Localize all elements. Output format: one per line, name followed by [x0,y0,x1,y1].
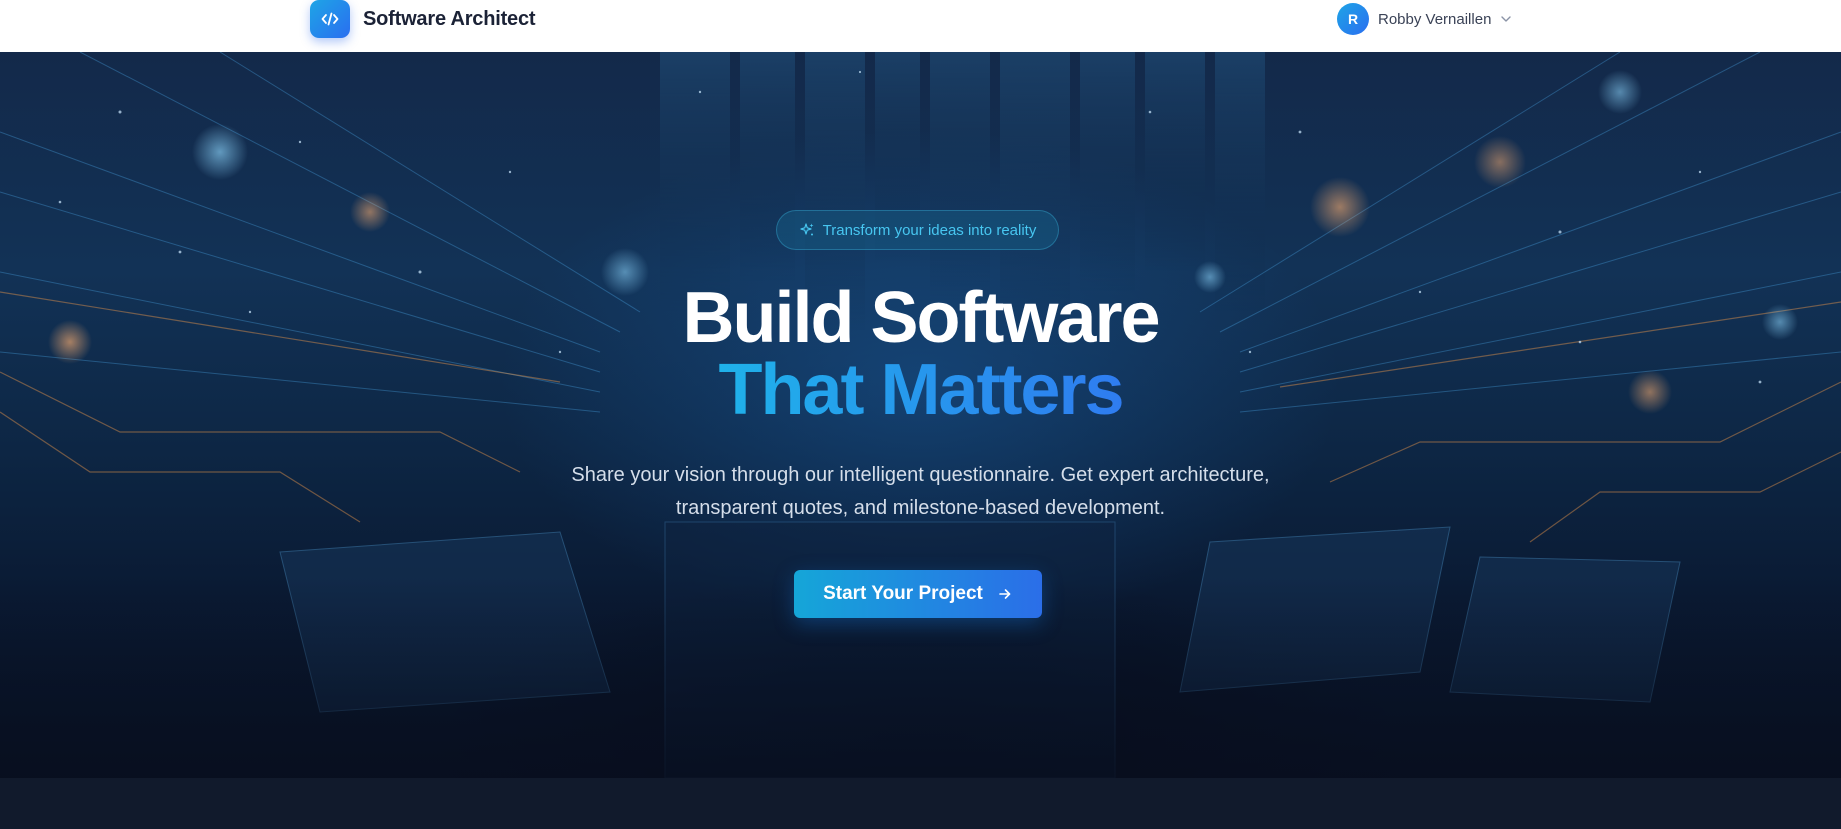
brand-link[interactable]: Software Architect [310,0,536,38]
top-navbar: Software Architect R Robby Vernaillen [0,0,1841,52]
hero-section: Transform your ideas into reality Build … [0,52,1841,778]
hero-badge-text: Transform your ideas into reality [822,221,1037,239]
hero-title-line1: Build Software [682,278,1160,358]
chevron-down-icon [1501,16,1512,22]
next-section [0,778,1841,829]
start-project-button[interactable]: Start Your Project [794,570,1042,618]
avatar: R [1337,3,1369,35]
hero-title-highlight: That Matters [718,350,1124,430]
hero-badge: Transform your ideas into reality [776,210,1059,250]
sparkles-icon [800,223,814,236]
user-name: Robby Vernaillen [1378,10,1492,28]
brand-title: Software Architect [363,7,536,30]
hero-title-line2: That Matters [0,354,1841,426]
user-menu-button[interactable]: R Robby Vernaillen [1337,3,1513,35]
arrow-right-icon [999,589,1011,599]
code-icon [310,0,350,38]
start-project-label: Start Your Project [823,583,983,604]
hero-subtitle: Share your vision through our intelligen… [571,464,1270,519]
